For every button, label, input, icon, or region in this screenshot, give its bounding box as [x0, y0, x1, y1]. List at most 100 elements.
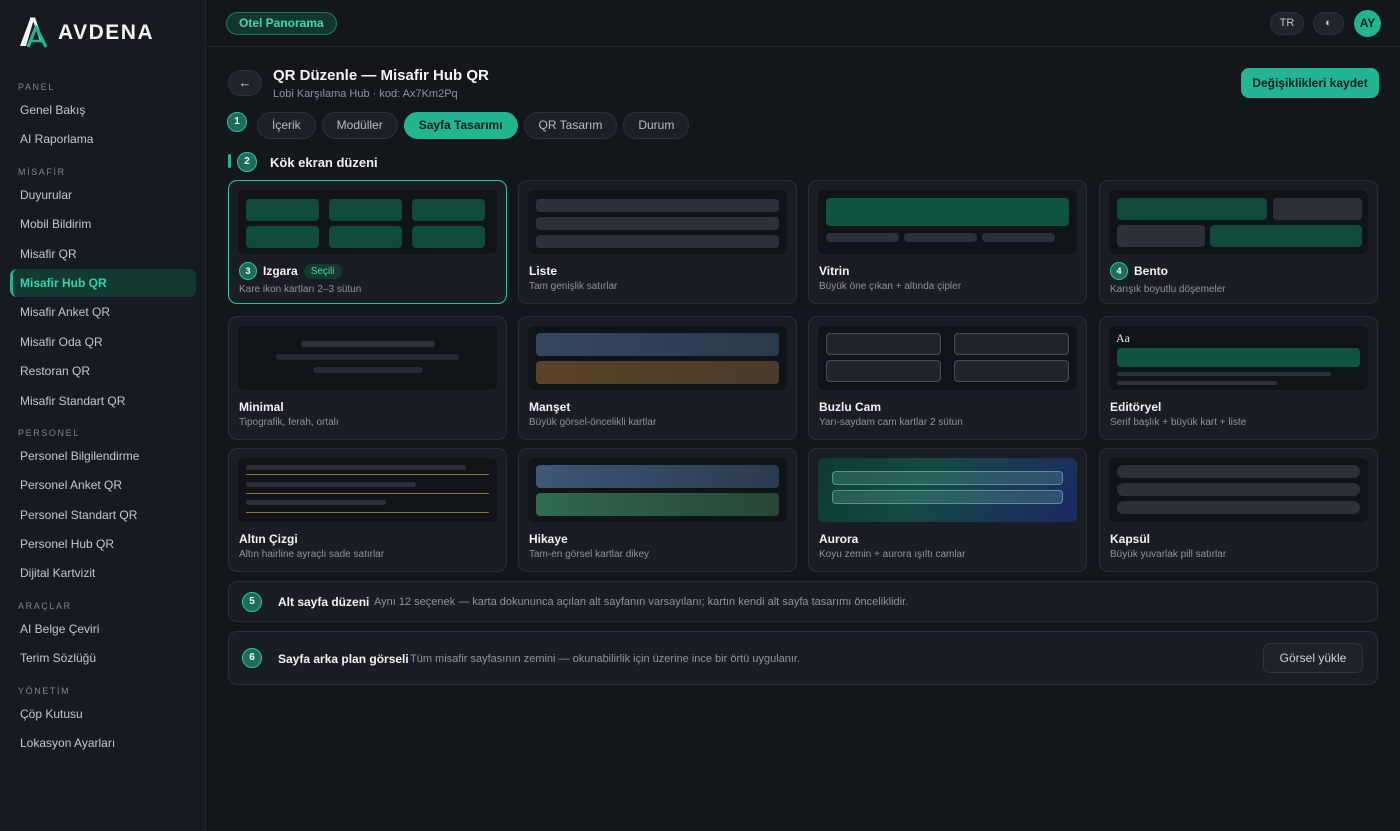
layout-card-liste[interactable]: Liste Tam genişlik satırlar — [518, 180, 797, 304]
avdena-logo-icon — [20, 17, 48, 48]
layout-card-aurora[interactable]: Aurora Koyu zemin + aurora ışıltı camlar — [808, 448, 1087, 572]
avatar[interactable]: AY — [1354, 10, 1381, 37]
subpage-desc: Aynı 12 seçenek — karta dokununca açılan… — [374, 596, 909, 608]
tab-icerik[interactable]: İçerik — [257, 112, 316, 139]
layout-card-kapsul[interactable]: Kapsül Büyük yuvarlak pill satırlar — [1099, 448, 1378, 572]
hotel-selector[interactable]: Otel Panorama — [226, 12, 337, 35]
topbar: Otel Panorama TR ◐ AY — [207, 0, 1400, 47]
language-button[interactable]: TR — [1270, 12, 1304, 35]
layout-preview-vitrin — [818, 190, 1077, 254]
sidebar-nav: PANEL Genel Bakış AI Raporlama MİSAFİR D… — [0, 78, 206, 758]
layout-title: Altın Çizgi — [239, 532, 298, 546]
sidebar-item-cop-kutusu[interactable]: Çöp Kutusu — [10, 700, 196, 728]
sidebar-item-personel-hub-qr[interactable]: Personel Hub QR — [10, 530, 196, 558]
section-accent-bar — [228, 154, 231, 168]
step-marker-4: 4 — [1110, 262, 1128, 280]
sidebar: AVDENA PANEL Genel Bakış AI Raporlama Mİ… — [0, 0, 206, 831]
nav-section-personel: PERSONEL — [18, 427, 80, 438]
layout-card-izgara[interactable]: 3 Izgara Seçili Kare ikon kartları 2–3 sü… — [228, 180, 507, 304]
sidebar-item-genel-bakis[interactable]: Genel Bakış — [10, 96, 196, 124]
layout-title: Izgara Seçili — [263, 264, 342, 279]
background-title: Sayfa arka plan görseli — [278, 652, 409, 666]
layout-preview-altin-cizgi — [238, 458, 497, 522]
nav-section-araclar: ARAÇLAR — [18, 600, 72, 611]
sidebar-item-mobil-bildirim[interactable]: Mobil Bildirim — [10, 210, 196, 238]
brand-name: AVDENA — [58, 21, 155, 44]
layout-preview-buzlu-cam — [818, 326, 1077, 390]
layout-preview-bento — [1109, 190, 1368, 254]
serif-sample: Aa — [1116, 331, 1130, 345]
sidebar-item-terim-sozlugu[interactable]: Terim Sözlüğü — [10, 644, 196, 672]
sidebar-item-personel-standart-qr[interactable]: Personel Standart QR — [10, 501, 196, 529]
step-marker-3: 3 — [239, 262, 257, 280]
sidebar-item-misafir-standart-qr[interactable]: Misafir Standart QR — [10, 387, 196, 415]
step-marker-6: 6 — [242, 648, 262, 668]
tab-sayfa-tasarimi[interactable]: Sayfa Tasarımı — [403, 112, 518, 139]
tab-qr-tasarim[interactable]: QR Tasarım — [523, 112, 618, 139]
layout-card-minimal[interactable]: Minimal Tipografik, ferah, ortalı — [228, 316, 507, 440]
layout-preview-aurora — [818, 458, 1077, 522]
sidebar-item-duyurular[interactable]: Duyurular — [10, 181, 196, 209]
layout-title: Liste — [529, 264, 558, 278]
sidebar-item-misafir-hub-qr[interactable]: Misafir Hub QR — [10, 268, 196, 297]
nav-section-panel: PANEL — [18, 82, 55, 92]
layout-card-editoryel[interactable]: Aa Editöryel Serif başlık + büyük kart +… — [1099, 316, 1378, 440]
layout-card-bento[interactable]: 4 Bento Karışık boyutlu döşemeler — [1099, 180, 1378, 304]
sidebar-item-misafir-qr[interactable]: Misafir QR — [10, 240, 196, 268]
layout-title: Kapsül — [1110, 532, 1151, 546]
back-button[interactable]: ← — [228, 70, 262, 96]
layout-title: Buzlu Cam — [819, 400, 882, 414]
sidebar-item-restoran-qr[interactable]: Restoran QR — [10, 357, 196, 385]
logo[interactable]: AVDENA — [18, 16, 154, 50]
layout-title: Editöryel — [1110, 400, 1162, 414]
subpage-title: Alt sayfa düzeni — [278, 595, 370, 609]
save-changes-button[interactable]: Değişiklikleri kaydet — [1241, 68, 1379, 98]
layout-preview-minimal — [238, 326, 497, 390]
layout-preview-editoryel: Aa — [1109, 326, 1368, 390]
layout-preview-kapsul — [1109, 458, 1368, 522]
sidebar-item-personel-anket-qr[interactable]: Personel Anket QR — [10, 471, 196, 499]
page-title: QR Düzenle — Misafir Hub QR — [273, 67, 489, 84]
layout-desc: Tipografik, ferah, ortalı — [239, 417, 339, 428]
layout-card-manset[interactable]: Manşet Büyük görsel-öncelikli kartlar — [518, 316, 797, 440]
layout-desc: Yarı-saydam cam kartlar 2 sütun — [819, 417, 963, 428]
step-marker-5: 5 — [242, 592, 262, 612]
sidebar-item-ai-belge-ceviri[interactable]: AI Belge Çeviri — [10, 615, 196, 643]
layout-preview-liste — [528, 190, 787, 254]
layout-title: Aurora — [819, 532, 859, 546]
nav-section-misafir: MİSAFİR — [18, 166, 66, 177]
theme-toggle-icon[interactable]: ◐ — [1313, 12, 1344, 35]
layout-title: Manşet — [529, 400, 571, 414]
layout-title: Bento — [1134, 264, 1168, 278]
upload-image-button[interactable]: Görsel yükle — [1263, 643, 1363, 673]
sidebar-item-misafir-anket-qr[interactable]: Misafir Anket QR — [10, 298, 196, 326]
layout-desc: Büyük yuvarlak pill satırlar — [1110, 549, 1227, 560]
sidebar-item-ai-raporlama[interactable]: AI Raporlama — [10, 125, 196, 153]
layout-card-hikaye[interactable]: Hikaye Tam-en görsel kartlar dikey — [518, 448, 797, 572]
layout-card-altin-cizgi[interactable]: Altın Çizgi Altın hairline ayraçlı sade … — [228, 448, 507, 572]
sidebar-item-dijital-kartvizit[interactable]: Dijital Kartvizit — [10, 559, 196, 587]
layout-desc: Büyük öne çıkan + altında çipler — [819, 281, 962, 292]
selected-badge: Seçili — [303, 264, 342, 279]
layout-desc: Kare ikon kartları 2–3 sütun — [239, 284, 362, 295]
nav-section-yonetim: YÖNETİM — [18, 685, 71, 696]
layout-desc: Tam genişlik satırlar — [529, 281, 618, 292]
subpage-layout-row[interactable]: 5 Alt sayfa düzeni Aynı 12 seçenek — kar… — [228, 581, 1378, 622]
layout-card-buzlu-cam[interactable]: Buzlu Cam Yarı-saydam cam kartlar 2 sütu… — [808, 316, 1087, 440]
layout-desc: Koyu zemin + aurora ışıltı camlar — [819, 549, 966, 560]
page-subtitle: Lobi Karşılama Hub · kod: Ax7Km2Pq — [273, 88, 458, 100]
sidebar-item-lokasyon-ayarlari[interactable]: Lokasyon Ayarları — [10, 729, 196, 757]
layout-preview-manset — [528, 326, 787, 390]
layout-card-vitrin[interactable]: Vitrin Büyük öne çıkan + altında çipler — [808, 180, 1087, 304]
step-marker-1: 1 — [227, 112, 247, 132]
sidebar-item-personel-bilgilendirme[interactable]: Personel Bilgilendirme — [10, 442, 196, 470]
tab-durum[interactable]: Durum — [623, 112, 690, 139]
sidebar-item-misafir-oda-qr[interactable]: Misafir Oda QR — [10, 328, 196, 356]
layout-desc: Karışık boyutlu döşemeler — [1110, 284, 1226, 295]
layout-preview-izgara — [238, 190, 497, 254]
tab-bar: İçerik Modüller Sayfa Tasarımı QR Tasarı… — [257, 112, 690, 139]
layout-title: Hikaye — [529, 532, 568, 546]
tab-moduller[interactable]: Modüller — [321, 112, 398, 139]
step-marker-2: 2 — [237, 152, 257, 172]
background-desc: Tüm misafir sayfasının zemini — okunabil… — [410, 653, 801, 665]
